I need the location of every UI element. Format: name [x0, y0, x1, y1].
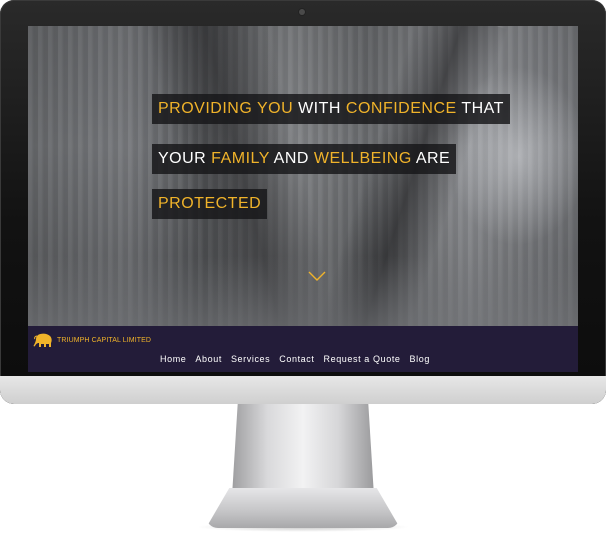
nav-item-services[interactable]: Services — [231, 354, 270, 364]
nav-item-about[interactable]: About — [195, 354, 222, 364]
headline-line-1: PROVIDING YOU WITH CONFIDENCE THAT — [152, 94, 510, 124]
chevron-down-icon[interactable] — [308, 270, 326, 282]
headline-text: ARE — [411, 150, 451, 167]
monitor-chin — [0, 376, 606, 404]
monitor-mockup: PROVIDING YOU WITH CONFIDENCE THAT YOUR … — [0, 0, 606, 537]
headline-text: AND — [269, 150, 314, 167]
hero-background-floor — [28, 256, 578, 326]
site-logo[interactable]: TRIUMPH CAPITAL LIMITED — [32, 332, 151, 348]
headline-highlight: WELLBEING — [313, 150, 412, 167]
headline-text: THAT — [456, 100, 504, 117]
headline-line-3: PROTECTED — [152, 189, 268, 219]
headline-highlight: PROTECTED — [158, 195, 262, 212]
headline-line-2: YOUR FAMILY AND WELLBEING ARE — [152, 144, 457, 174]
nav-item-request-quote[interactable]: Request a Quote — [323, 354, 400, 364]
nav-item-contact[interactable]: Contact — [279, 354, 314, 364]
nav-item-blog[interactable]: Blog — [410, 354, 430, 364]
website-screen: PROVIDING YOU WITH CONFIDENCE THAT YOUR … — [28, 26, 578, 372]
monitor-stand-neck — [232, 404, 374, 496]
logo-text: TRIUMPH CAPITAL LIMITED — [57, 336, 152, 344]
headline-highlight: PROVIDING YOU — [158, 100, 294, 117]
monitor-stand-base — [206, 488, 400, 528]
camera-icon — [299, 9, 305, 15]
site-navbar: TRIUMPH CAPITAL LIMITED Home About Servi… — [28, 326, 578, 372]
elephant-icon — [33, 333, 52, 347]
nav-item-home[interactable]: Home — [160, 354, 186, 364]
headline-highlight: FAMILY — [211, 150, 270, 167]
hero-background-glow — [448, 66, 578, 246]
nav-menu: Home About Services Contact Request a Qu… — [160, 354, 430, 364]
headline-text: WITH — [293, 100, 346, 117]
monitor-bezel: PROVIDING YOU WITH CONFIDENCE THAT YOUR … — [0, 0, 606, 404]
hero-section: PROVIDING YOU WITH CONFIDENCE THAT YOUR … — [28, 26, 578, 326]
headline-highlight: CONFIDENCE — [345, 100, 457, 117]
headline-text: YOUR — [158, 150, 212, 167]
